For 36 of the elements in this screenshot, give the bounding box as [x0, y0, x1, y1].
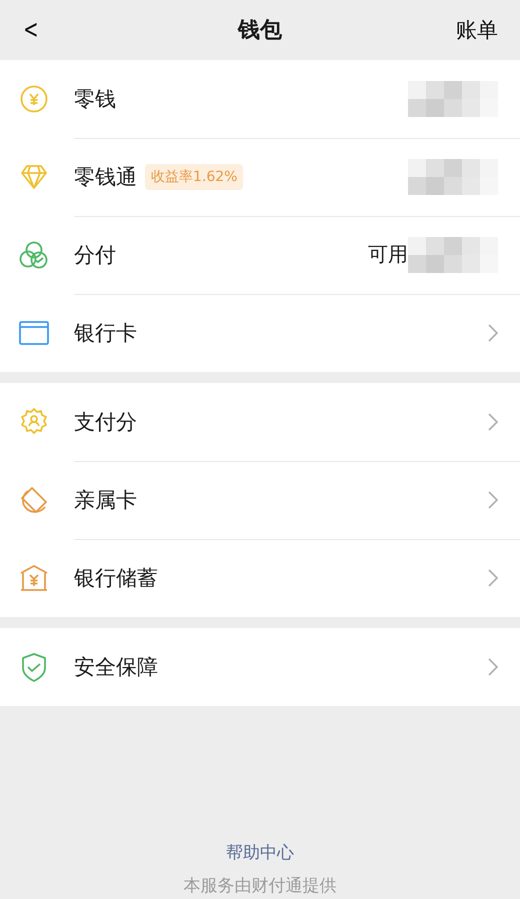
row-label: 银行卡 [74, 320, 137, 347]
row-label: 亲属卡 [74, 486, 137, 514]
page-title: 钱包 [238, 17, 282, 45]
menu-row[interactable]: 亲属卡 [0, 461, 520, 539]
shield-check-icon [21, 652, 47, 682]
yield-tag: 收益率1.62% [145, 164, 244, 190]
circles-check-icon [19, 241, 49, 269]
menu-row[interactable]: 零钱通 收益率1.62% [0, 138, 520, 216]
menu-row[interactable]: 安全保障 [0, 628, 520, 706]
provider-note: 本服务由财付通提供 [184, 875, 336, 897]
card-icon [19, 321, 49, 345]
chevron-right-icon [488, 412, 498, 430]
diamond-icon [20, 164, 48, 190]
help-link[interactable]: 帮助中心 [226, 841, 294, 864]
menu-row[interactable]: 零钱 [0, 60, 520, 138]
row-label: 零钱通 [74, 164, 137, 190]
value-text: 可用 [368, 241, 408, 268]
badge-person-icon [19, 407, 49, 437]
menu-row[interactable]: 支付分 [0, 383, 520, 461]
chevron-right-icon [488, 569, 498, 587]
bank-icon [19, 564, 49, 592]
menu-row[interactable]: 分付 可用 [0, 216, 520, 294]
chevron-right-icon [488, 658, 498, 676]
back-button[interactable]: < [19, 15, 43, 45]
bill-link[interactable]: 账单 [456, 16, 498, 44]
menu-row[interactable]: 银行卡 [0, 294, 520, 372]
chevron-right-icon [488, 324, 498, 342]
tilted-card-icon [19, 485, 49, 515]
row-label: 支付分 [74, 408, 137, 436]
yen-coin-icon [20, 85, 48, 113]
menu-row[interactable]: 银行储蓄 [0, 539, 520, 617]
chevron-right-icon [488, 490, 498, 508]
row-label: 零钱 [74, 86, 116, 112]
row-label: 安全保障 [74, 654, 158, 681]
row-label: 银行储蓄 [74, 565, 158, 592]
row-label: 分付 [74, 242, 116, 268]
